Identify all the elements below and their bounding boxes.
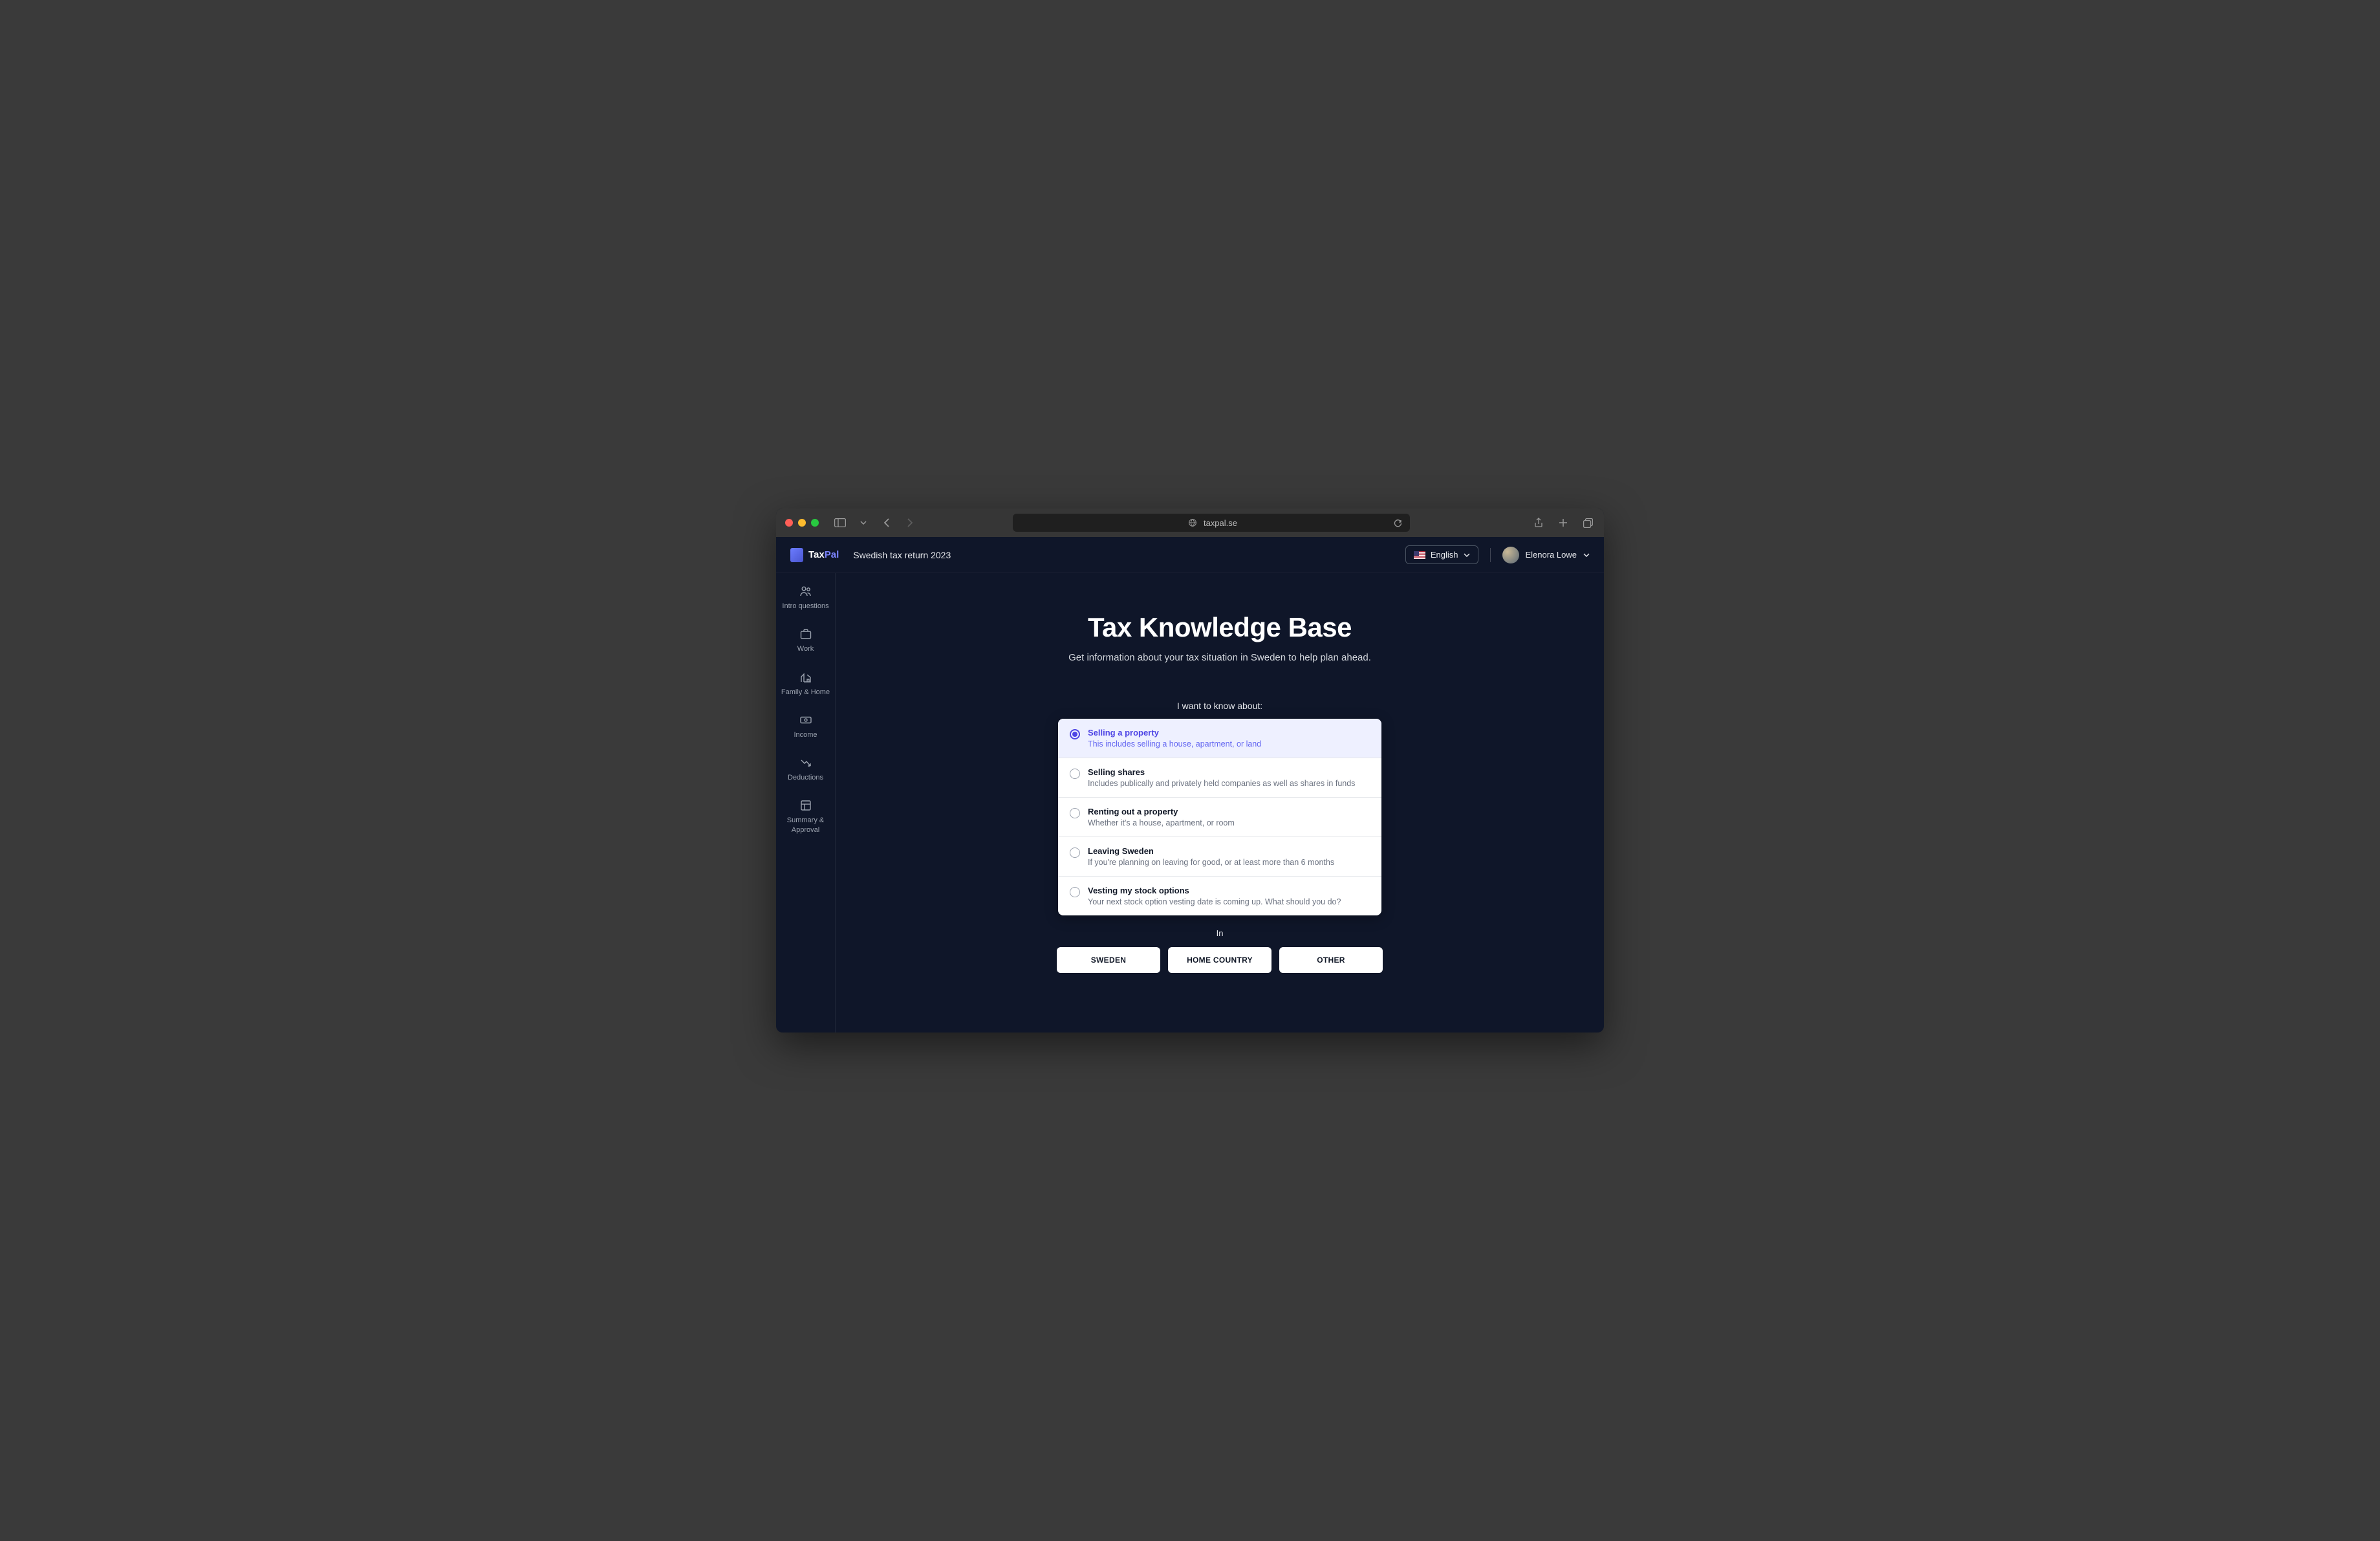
browser-window: taxpal.se TaxPal Swedish tax return 2023 — [776, 508, 1604, 1033]
option-desc: If you're planning on leaving for good, … — [1088, 858, 1334, 867]
user-menu[interactable]: Elenora Lowe — [1502, 547, 1590, 563]
sidebar-item-label: Work — [797, 644, 814, 653]
new-tab-icon[interactable] — [1556, 516, 1570, 530]
app-body: Intro questions Work Family & Home Incom… — [776, 573, 1604, 1033]
share-icon[interactable] — [1531, 516, 1546, 530]
radio-icon — [1070, 887, 1080, 897]
document-icon — [799, 799, 812, 812]
region-button-home-country[interactable]: HOME COUNTRY — [1168, 947, 1271, 973]
option-renting-property[interactable]: Renting out a property Whether it's a ho… — [1058, 798, 1381, 837]
sidebar-item-label: Family & Home — [781, 688, 830, 697]
home-icon — [799, 671, 812, 684]
page-subtitle: Get information about your tax situation… — [1068, 652, 1371, 663]
sidebar-item-label: Intro questions — [782, 602, 828, 611]
radio-icon — [1070, 729, 1080, 739]
avatar — [1502, 547, 1519, 563]
radio-icon — [1070, 808, 1080, 818]
radio-icon — [1070, 847, 1080, 858]
page-title: Tax Knowledge Base — [1088, 612, 1352, 643]
option-selling-shares[interactable]: Selling shares Includes publically and p… — [1058, 758, 1381, 798]
language-label: English — [1431, 550, 1458, 560]
minimize-window-button[interactable] — [798, 519, 806, 527]
tabs-icon[interactable] — [1581, 516, 1595, 530]
forward-button[interactable] — [903, 516, 917, 530]
region-buttons: SWEDEN HOME COUNTRY OTHER — [1057, 947, 1383, 973]
option-leaving-sweden[interactable]: Leaving Sweden If you're planning on lea… — [1058, 837, 1381, 877]
url-text: taxpal.se — [1204, 518, 1237, 528]
trend-down-icon — [799, 756, 812, 769]
sidebar: Intro questions Work Family & Home Incom… — [776, 573, 836, 1033]
money-icon — [799, 714, 812, 727]
sidebar-item-summary-approval[interactable]: Summary & Approval — [780, 799, 832, 835]
option-desc: Whether it's a house, apartment, or room — [1088, 818, 1235, 827]
sidebar-item-income[interactable]: Income — [780, 714, 832, 739]
option-title: Selling shares — [1088, 767, 1355, 777]
users-icon — [799, 585, 812, 598]
window-controls — [785, 519, 819, 527]
option-desc: This includes selling a house, apartment… — [1088, 739, 1261, 749]
chevron-down-icon — [1583, 553, 1590, 557]
logo-mark-icon — [790, 548, 803, 562]
sidebar-item-family-home[interactable]: Family & Home — [780, 671, 832, 697]
reload-icon[interactable] — [1390, 516, 1405, 530]
option-title: Leaving Sweden — [1088, 846, 1334, 856]
user-name: Elenora Lowe — [1526, 550, 1577, 560]
main-content: Tax Knowledge Base Get information about… — [836, 573, 1604, 1033]
sidebar-item-intro-questions[interactable]: Intro questions — [780, 585, 832, 611]
option-selling-property[interactable]: Selling a property This includes selling… — [1058, 719, 1381, 758]
back-button[interactable] — [880, 516, 894, 530]
region-button-other[interactable]: OTHER — [1279, 947, 1383, 973]
chevron-down-icon[interactable] — [856, 516, 871, 530]
language-select[interactable]: English — [1405, 545, 1478, 564]
briefcase-icon — [799, 628, 812, 640]
option-title: Renting out a property — [1088, 807, 1235, 816]
browser-chrome: taxpal.se — [776, 508, 1604, 537]
url-bar[interactable]: taxpal.se — [1013, 514, 1410, 532]
chevron-down-icon — [1464, 553, 1470, 557]
sidebar-item-deductions[interactable]: Deductions — [780, 756, 832, 782]
prompt-label: I want to know about: — [1177, 701, 1262, 711]
us-flag-icon — [1414, 551, 1425, 559]
globe-icon — [1185, 516, 1200, 530]
topic-options: Selling a property This includes selling… — [1058, 719, 1381, 915]
sidebar-toggle-icon[interactable] — [833, 516, 847, 530]
option-title: Selling a property — [1088, 728, 1261, 738]
maximize-window-button[interactable] — [811, 519, 819, 527]
divider — [1490, 548, 1491, 562]
radio-icon — [1070, 769, 1080, 779]
sidebar-item-label: Summary & Approval — [780, 816, 832, 835]
option-desc: Your next stock option vesting date is c… — [1088, 897, 1341, 906]
logo-text: TaxPal — [808, 549, 839, 560]
sidebar-item-work[interactable]: Work — [780, 628, 832, 653]
breadcrumb[interactable]: Swedish tax return 2023 — [853, 550, 951, 560]
option-title: Vesting my stock options — [1088, 886, 1341, 895]
close-window-button[interactable] — [785, 519, 793, 527]
logo[interactable]: TaxPal — [790, 548, 839, 562]
option-desc: Includes publically and privately held c… — [1088, 779, 1355, 788]
sidebar-item-label: Income — [794, 730, 817, 739]
option-vesting-stock-options[interactable]: Vesting my stock options Your next stock… — [1058, 877, 1381, 915]
sidebar-item-label: Deductions — [788, 773, 823, 782]
in-label: In — [1217, 928, 1224, 938]
region-button-sweden[interactable]: SWEDEN — [1057, 947, 1160, 973]
app-header: TaxPal Swedish tax return 2023 English E… — [776, 537, 1604, 573]
